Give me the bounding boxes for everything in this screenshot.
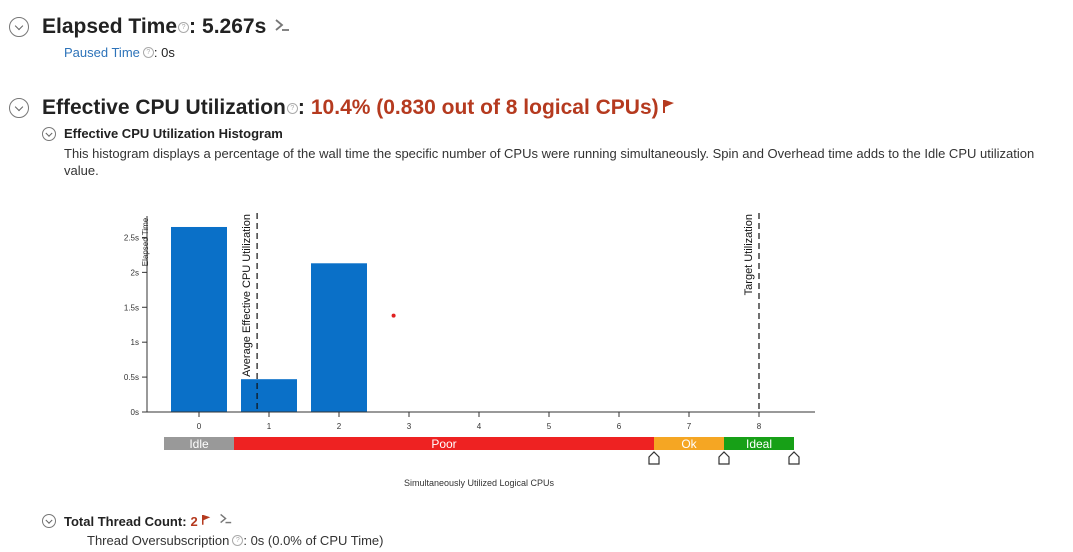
- range-handle-0: [648, 451, 660, 465]
- histogram-description: This histogram displays a percentage of …: [64, 146, 1035, 178]
- x-tick-label: 5: [547, 422, 552, 431]
- help-icon[interactable]: ?: [178, 21, 190, 33]
- y-tick-label: 1.5s: [124, 303, 139, 312]
- thread-count-row: Total Thread Count: 2: [42, 512, 232, 530]
- range-handle-1: [718, 451, 730, 465]
- range-handle-2: [788, 451, 800, 465]
- range-label-ideal: Ideal: [746, 437, 772, 451]
- range-label-ok: Ok: [681, 437, 697, 451]
- y-axis-label: Elapsed Time: [141, 217, 150, 266]
- collapse-histogram-icon[interactable]: [42, 126, 56, 141]
- flag-icon: [201, 512, 211, 530]
- x-tick-label: 2: [337, 422, 342, 431]
- oversubscription-label: Thread Oversubscription: [87, 533, 230, 548]
- x-tick-label: 4: [477, 422, 482, 431]
- bar-cpu-1: [241, 379, 297, 412]
- flag-icon: [662, 99, 675, 118]
- x-tick-label: 3: [407, 422, 412, 431]
- x-tick-label: 6: [617, 422, 622, 431]
- red-dot-marker: [391, 313, 396, 318]
- help-icon[interactable]: ?: [232, 535, 244, 546]
- x-tick-label: 1: [267, 422, 272, 431]
- collapse-effective-icon[interactable]: [9, 98, 29, 118]
- paused-time-row: Paused Time ? : 0s: [64, 45, 175, 60]
- x-tick-label: 0: [197, 422, 202, 431]
- paused-time-link[interactable]: Paused Time: [64, 45, 140, 60]
- effective-cpu-label: Effective CPU Utilization: [42, 96, 286, 119]
- elapsed-time-header: Elapsed Time ? : 5.267s: [9, 15, 290, 39]
- go-to-view-icon[interactable]: [219, 512, 232, 530]
- histogram-header: Effective CPU Utilization Histogram: [42, 126, 283, 141]
- thread-count-label: Total Thread Count:: [64, 513, 187, 529]
- range-label-idle: Idle: [189, 437, 209, 451]
- oversubscription-value: : 0s (0.0% of CPU Time): [243, 533, 384, 548]
- collapse-elapsed-icon[interactable]: [9, 17, 29, 37]
- y-tick-label: 0s: [131, 408, 139, 417]
- range-label-poor: Poor: [431, 437, 456, 451]
- bar-cpu-2: [311, 263, 367, 412]
- paused-time-value: : 0s: [153, 45, 175, 60]
- collapse-thread-icon[interactable]: [42, 514, 56, 528]
- histogram-title: Effective CPU Utilization Histogram: [64, 126, 283, 141]
- x-tick-label: 7: [687, 422, 692, 431]
- average-utilization-label: Average Effective CPU Utilization: [241, 214, 253, 377]
- oversubscription-row: Thread Oversubscription ? : 0s (0.0% of …: [87, 533, 384, 548]
- y-tick-label: 2.5s: [124, 233, 139, 242]
- help-icon[interactable]: ?: [142, 47, 154, 58]
- thread-count-value: 2: [190, 513, 198, 529]
- bar-cpu-0: [171, 226, 227, 412]
- go-to-view-icon[interactable]: [274, 17, 290, 38]
- elapsed-time-label: Elapsed Time: [42, 15, 178, 38]
- help-icon[interactable]: ?: [286, 102, 298, 114]
- x-axis-label: Simultaneously Utilized Logical CPUs: [404, 478, 555, 488]
- cpu-utilization-histogram: 0s 0.5s 1s 1.5s 2s 2.5s Elapsed Time 0 1 2 3 4 5 6 7 8 A…: [124, 213, 815, 488]
- effective-cpu-header: Effective CPU Utilization ? : 10.4% (0.8…: [9, 96, 675, 120]
- elapsed-colon: :: [189, 15, 197, 38]
- y-tick-label: 0.5s: [124, 373, 139, 382]
- x-tick-label: 8: [757, 422, 762, 431]
- effective-cpu-value: 10.4% (0.830 out of 8 logical CPUs): [310, 96, 659, 119]
- y-tick-label: 2s: [131, 268, 139, 277]
- effective-colon: :: [297, 96, 305, 119]
- y-tick-label: 1s: [131, 338, 139, 347]
- elapsed-time-value: 5.267s: [202, 15, 267, 38]
- target-utilization-label: Target Utilization: [743, 214, 755, 295]
